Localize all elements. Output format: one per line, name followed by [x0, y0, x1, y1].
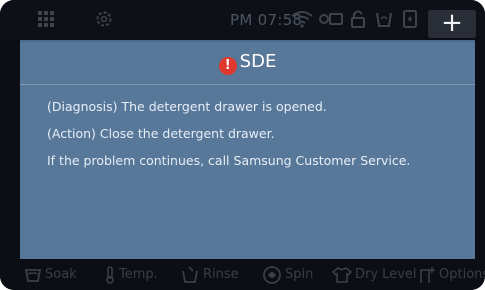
options-button[interactable]: Options — [418, 265, 485, 285]
rinse-button[interactable]: Rinse — [180, 265, 239, 285]
error-dialog[interactable]: ! SDE (Diagnosis) The detergent drawer is… — [20, 40, 475, 259]
door-lock-icon — [348, 9, 368, 29]
dry-level-label: Dry Level — [355, 267, 417, 282]
eco-icon — [374, 9, 394, 29]
rinse-icon — [182, 265, 198, 283]
error-code: SDE — [239, 51, 277, 72]
spin-label: Spin — [285, 267, 314, 282]
soak-icon — [24, 268, 42, 282]
action-text: (Action) Close the detergent drawer. — [47, 126, 275, 141]
dialog-title: ! SDE — [20, 51, 475, 75]
soak-button[interactable]: Soak — [24, 265, 77, 285]
child-lock-icon — [318, 9, 344, 29]
dialog-header: ! SDE — [20, 42, 475, 84]
program-bar: Soak Temp. Rinse Spin Dry Level Options — [0, 258, 485, 290]
warning-icon: ! — [218, 57, 237, 75]
dialog-divider — [20, 84, 475, 85]
temp-label: Temp. — [119, 267, 158, 282]
smart-control-icon — [400, 9, 420, 29]
spin-icon — [263, 265, 281, 284]
add-button[interactable]: + — [428, 10, 476, 38]
rinse-label: Rinse — [203, 267, 239, 282]
options-icon — [420, 266, 435, 283]
shirt-icon — [331, 266, 353, 283]
grid-icon[interactable] — [36, 9, 56, 29]
dry-level-button[interactable]: Dry Level — [331, 265, 417, 285]
wifi-icon — [290, 9, 314, 29]
diagnosis-text: (Diagnosis) The detergent drawer is open… — [47, 99, 327, 114]
options-label: Options — [439, 267, 485, 282]
help-text: If the problem continues, call Samsung C… — [47, 153, 411, 168]
washer-display: PM 07:58 + Soak Temp. Rinse Spin Dry Lev… — [0, 0, 485, 290]
status-bar: PM 07:58 + — [0, 0, 485, 38]
settings-icon[interactable] — [94, 9, 114, 29]
soak-label: Soak — [45, 267, 77, 282]
spin-button[interactable]: Spin — [262, 265, 313, 285]
thermometer-icon — [106, 265, 114, 284]
temp-button[interactable]: Temp. — [104, 265, 158, 285]
